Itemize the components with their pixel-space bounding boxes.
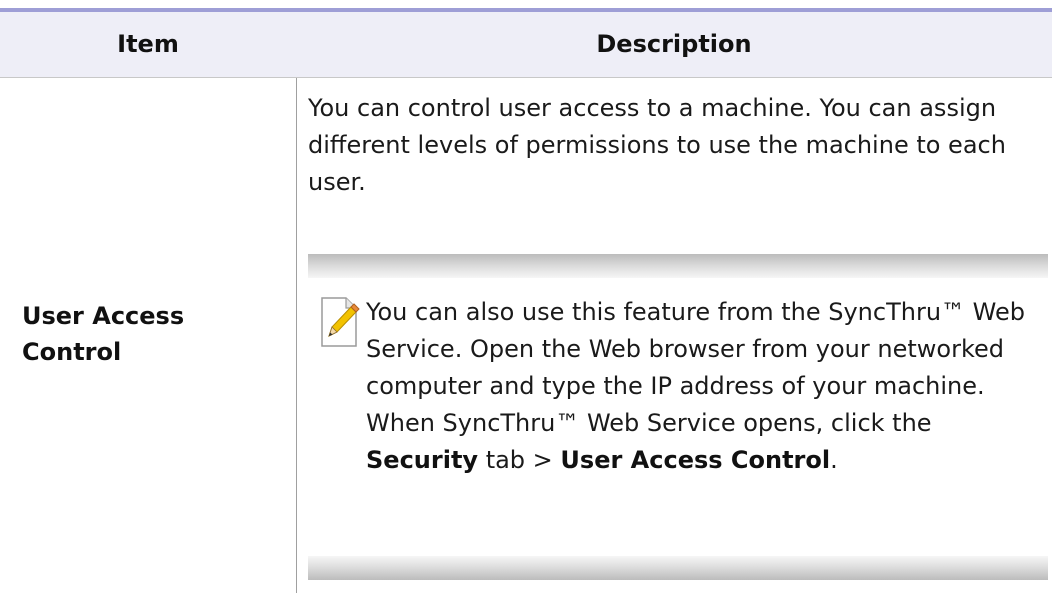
item-column-header: Item <box>117 30 179 58</box>
table-header-row: Item Description <box>0 12 1052 77</box>
column-divider <box>296 78 297 593</box>
note-box: You can also use this feature from the S… <box>308 254 1048 580</box>
note-text-part: tab > <box>478 446 561 474</box>
header-divider <box>0 77 1052 78</box>
user-access-control-label: User Access Control <box>560 446 831 474</box>
note-text-part: You can also use this feature from the S… <box>366 298 1025 437</box>
note-bottom-bar <box>308 556 1048 580</box>
note-top-bar <box>308 254 1048 278</box>
note-pencil-icon <box>316 294 364 350</box>
item-name: User Access Control <box>22 302 185 366</box>
description-text: You can control user access to a machine… <box>308 94 1006 196</box>
note-text: You can also use this feature from the S… <box>366 294 1026 479</box>
description-column-header: Description <box>596 30 752 58</box>
security-tab-label: Security <box>366 446 479 474</box>
note-text-part: . <box>830 446 838 474</box>
